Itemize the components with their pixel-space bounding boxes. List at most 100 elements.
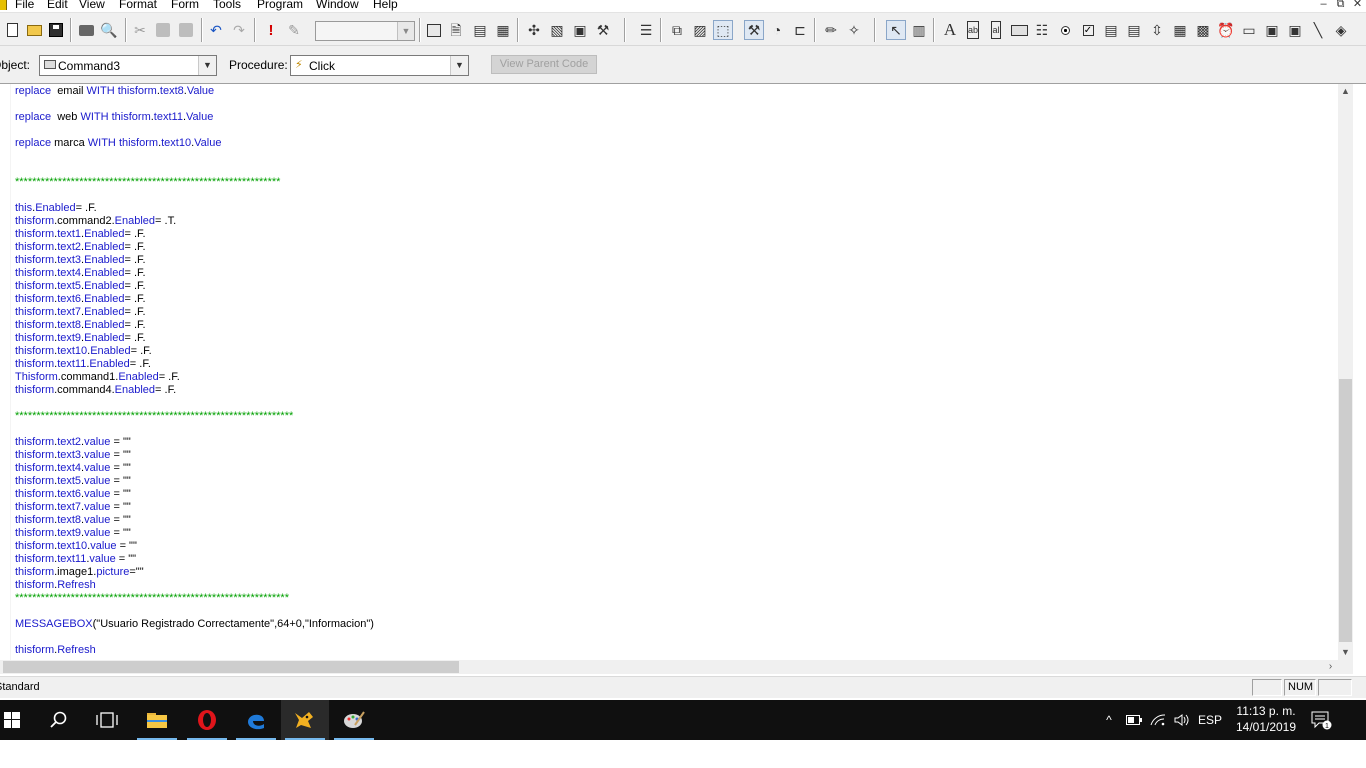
undo-button[interactable]: ↶ — [206, 20, 226, 40]
timer-control[interactable]: ⏰ — [1216, 20, 1236, 40]
modify-button[interactable]: ✎ — [284, 20, 304, 40]
file-explorer-taskbar-button[interactable] — [133, 700, 181, 740]
code-line[interactable]: this.Enabled= .F. — [15, 202, 97, 215]
copy-button[interactable] — [153, 20, 173, 40]
run-button[interactable]: ! — [261, 20, 281, 40]
form-controls-button[interactable]: ▦ — [493, 20, 513, 40]
paint-taskbar-button[interactable] — [330, 700, 378, 740]
procedure-combo[interactable]: ⚡ Click ▼ — [290, 55, 469, 76]
code-line[interactable]: thisform.command2.Enabled= .T. — [15, 215, 176, 228]
pageframe-control[interactable]: ▭ — [1239, 20, 1259, 40]
edge-taskbar-button[interactable] — [232, 700, 280, 740]
code-line[interactable]: thisform.text2.value = "" — [15, 436, 131, 449]
code-line[interactable]: thisform.text10.value = "" — [15, 540, 137, 553]
label-control-button[interactable]: A — [940, 20, 960, 40]
code-line[interactable]: thisform.text9.Enabled= .F. — [15, 332, 146, 345]
code-line[interactable]: replace web WITH thisform.text11.Value — [15, 111, 213, 124]
code-line[interactable]: thisform.text6.value = "" — [15, 488, 131, 501]
shape-control[interactable]: ◈ — [1331, 20, 1351, 40]
menu-help[interactable]: Help — [373, 0, 398, 11]
code-line[interactable]: thisform.text11.value = "" — [15, 553, 136, 566]
print-preview-button[interactable]: 🔍 — [99, 20, 119, 40]
option-group-control[interactable] — [1055, 20, 1075, 40]
code-line[interactable]: thisform.text11.Enabled= .F. — [15, 358, 151, 371]
form-properties-button[interactable]: ▨ — [690, 20, 710, 40]
builder-button[interactable]: ✣ — [524, 20, 544, 40]
code-line[interactable]: replace marca WITH thisform.text10.Value — [15, 137, 221, 150]
minimize-icon[interactable]: – — [1315, 0, 1332, 11]
form-wizard-button[interactable]: ▣ — [570, 20, 590, 40]
code-line[interactable]: thisform.text4.value = "" — [15, 462, 131, 475]
code-line[interactable]: thisform.text8.value = "" — [15, 514, 131, 527]
code-editor[interactable]: replace email WITH thisform.text8.Value r… — [0, 84, 1338, 660]
code-line[interactable]: ****************************************… — [15, 592, 289, 605]
taskbar-clock[interactable]: 11:13 p. m. 14/01/2019 — [1226, 703, 1306, 735]
code-line[interactable]: thisform.text7.value = "" — [15, 501, 131, 514]
toggle-controls-button[interactable]: ⬚ — [713, 20, 733, 40]
autoformat-button[interactable]: ✏ — [821, 20, 841, 40]
print-button[interactable] — [76, 20, 96, 40]
app-menu-icon[interactable] — [0, 0, 7, 10]
search-button[interactable] — [35, 700, 83, 740]
code-line[interactable]: thisform.text9.value = "" — [15, 527, 131, 540]
cut-button[interactable]: ✂ — [130, 20, 150, 40]
code-line[interactable]: thisform.command4.Enabled= .F. — [15, 384, 176, 397]
tools-button[interactable]: ⚒ — [593, 20, 613, 40]
form-designer-button[interactable]: ⚒ — [744, 20, 764, 40]
code-line[interactable]: thisform.text3.Enabled= .F. — [15, 254, 146, 267]
close-icon[interactable]: ✕ — [1349, 0, 1366, 11]
code-line[interactable]: thisform.text6.Enabled= .F. — [15, 293, 146, 306]
wifi-button[interactable] — [1148, 700, 1168, 740]
combobox-control[interactable]: ▤ — [1101, 20, 1121, 40]
properties-button[interactable]: 🗎 — [446, 20, 466, 40]
builder-lock-button[interactable]: ✧ — [844, 20, 864, 40]
code-line[interactable]: ****************************************… — [15, 410, 293, 423]
menu-file[interactable]: File — [15, 0, 34, 11]
view-parent-code-button[interactable]: View Parent Code — [491, 55, 597, 74]
input-language-indicator[interactable]: ESP — [1196, 700, 1224, 740]
menu-tools[interactable]: Tools — [213, 0, 241, 11]
restore-icon[interactable]: ⧉ — [1332, 0, 1349, 11]
code-line[interactable]: thisform.text8.Enabled= .F. — [15, 319, 146, 332]
scroll-up-icon[interactable]: ▲ — [1338, 84, 1353, 99]
menu-edit[interactable]: Edit — [47, 0, 68, 11]
opera-taskbar-button[interactable] — [183, 700, 231, 740]
ole-container-control[interactable]: ▣ — [1262, 20, 1282, 40]
code-line[interactable]: thisform.text1.Enabled= .F. — [15, 228, 146, 241]
layout-toolbar-button[interactable]: ⊏ — [790, 20, 810, 40]
redo-button[interactable]: ↷ — [229, 20, 249, 40]
data-environment-button[interactable] — [424, 20, 444, 40]
code-line[interactable]: ****************************************… — [15, 176, 280, 189]
menu-view[interactable]: View — [79, 0, 105, 11]
code-line[interactable]: thisform.text7.Enabled= .F. — [15, 306, 146, 319]
toolbar-combo[interactable]: ▼ — [315, 21, 415, 41]
new-file-button[interactable] — [2, 20, 22, 40]
editbox-control-button[interactable]: al — [986, 20, 1006, 40]
spinner-control[interactable]: ⇳ — [1147, 20, 1167, 40]
textbox-control-button[interactable]: ab — [963, 20, 983, 40]
vertical-scrollbar[interactable]: ▲ ▼ — [1338, 84, 1353, 660]
scroll-right-icon[interactable]: › — [1323, 660, 1338, 674]
vertical-scroll-thumb[interactable] — [1339, 379, 1352, 642]
form-builder-button[interactable]: ▧ — [547, 20, 567, 40]
start-button[interactable] — [0, 700, 36, 740]
align-button[interactable]: ☰ — [636, 20, 656, 40]
image-control[interactable]: ▩ — [1193, 20, 1213, 40]
command-group-control[interactable]: ☷ — [1032, 20, 1052, 40]
layout-button[interactable]: ⧉ — [667, 20, 687, 40]
code-line[interactable]: Thisform.command1.Enabled= .F. — [15, 371, 180, 384]
code-line[interactable]: thisform.image1.picture="" — [15, 566, 144, 579]
code-line[interactable]: thisform.text4.Enabled= .F. — [15, 267, 146, 280]
code-line[interactable]: replace email WITH thisform.text8.Value — [15, 85, 214, 98]
code-line[interactable]: MESSAGEBOX("Usuario Registrado Correctam… — [15, 618, 374, 631]
code-line[interactable]: thisform.text5.Enabled= .F. — [15, 280, 146, 293]
code-line[interactable]: thisform.text10.Enabled= .F. — [15, 345, 152, 358]
scroll-down-icon[interactable]: ▼ — [1338, 645, 1353, 660]
menu-form[interactable]: Form — [171, 0, 199, 11]
horizontal-scrollbar[interactable]: › — [0, 660, 1338, 674]
menu-format[interactable]: Format — [119, 0, 157, 11]
code-button[interactable]: ▤ — [470, 20, 490, 40]
menu-program[interactable]: Program — [257, 0, 303, 11]
code-line[interactable]: thisform.Refresh — [15, 644, 96, 657]
listbox-control[interactable]: ▤ — [1124, 20, 1144, 40]
